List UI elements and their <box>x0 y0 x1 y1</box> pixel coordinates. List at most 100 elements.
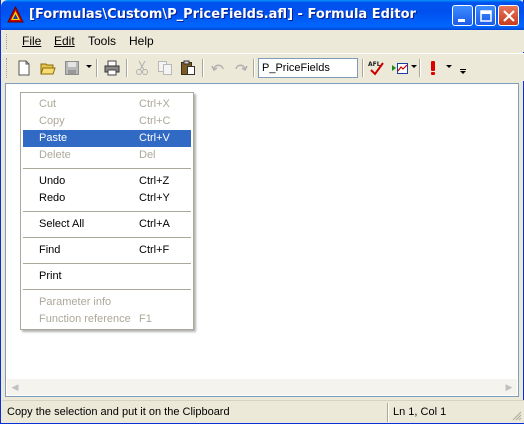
menu-separator <box>23 289 191 290</box>
open-button[interactable] <box>38 58 58 78</box>
status-bar: Copy the selection and put it on the Cli… <box>2 400 524 423</box>
save-dropdown-arrow[interactable] <box>86 65 92 68</box>
cut-button[interactable] <box>132 58 152 78</box>
menu-item-label: Parameter info <box>39 296 112 308</box>
menu-item-shortcut: Ctrl+Z <box>139 175 170 187</box>
toolbar: P_PriceFields AFL <box>2 53 524 81</box>
paste-button[interactable] <box>178 58 198 78</box>
error-button[interactable] <box>423 58 443 78</box>
new-icon <box>18 60 30 76</box>
minimize-icon <box>458 19 465 22</box>
toolbar-separator <box>126 59 128 77</box>
toolbar-separator <box>419 59 421 77</box>
menu-item-redo[interactable]: Redo Ctrl+Y <box>23 190 191 207</box>
print-button[interactable] <box>102 58 122 78</box>
menu-item-shortcut: Ctrl+A <box>139 218 170 230</box>
close-button[interactable] <box>498 5 519 26</box>
error-dropdown-arrow[interactable] <box>446 65 452 68</box>
menu-item-cut[interactable]: Cut Ctrl+X <box>23 96 191 113</box>
formula-editor-window: [Formulas\Custom\P_PriceFields.afl] - Fo… <box>0 0 524 424</box>
menu-item-shortcut: Ctrl+X <box>139 98 170 110</box>
menu-help[interactable]: Help <box>129 34 154 48</box>
menu-tools[interactable]: Tools <box>88 34 116 48</box>
menu-file[interactable]: File <box>22 34 41 48</box>
horizontal-scrollbar[interactable]: ◀ ▶ <box>7 379 517 395</box>
menu-item-label: Delete <box>39 149 71 161</box>
undo-button[interactable] <box>208 58 228 78</box>
menu-item-print[interactable]: Print <box>23 268 191 285</box>
resize-grip-icon[interactable] <box>510 409 522 421</box>
scroll-right-icon[interactable]: ▶ <box>502 380 516 394</box>
menu-item-delete[interactable]: Delete Del <box>23 147 191 164</box>
error-icon <box>431 61 435 75</box>
menu-separator <box>23 263 191 264</box>
menu-item-select-all[interactable]: Select All Ctrl+A <box>23 216 191 233</box>
maximize-icon <box>480 10 492 22</box>
save-icon <box>65 61 79 75</box>
context-menu: Cut Ctrl+X Copy Ctrl+C Paste Ctrl+V Delete D… <box>20 92 194 330</box>
menu-item-shortcut: Ctrl+Y <box>139 192 170 204</box>
redo-icon <box>235 64 248 72</box>
copy-button[interactable] <box>155 58 175 78</box>
formula-name-field[interactable]: P_PriceFields <box>258 58 358 78</box>
maximize-button[interactable] <box>475 5 496 26</box>
open-icon <box>40 63 56 75</box>
menu-item-find[interactable]: Find Ctrl+F <box>23 242 191 259</box>
svg-text:AFL: AFL <box>368 61 381 68</box>
menu-item-undo[interactable]: Undo Ctrl+Z <box>23 173 191 190</box>
menu-item-label: Copy <box>39 115 65 127</box>
copy-icon <box>158 61 172 75</box>
status-divider <box>387 403 389 422</box>
menu-edit-label: Edit <box>54 34 75 48</box>
menu-edit[interactable]: Edit <box>54 34 75 48</box>
new-button[interactable] <box>14 58 34 78</box>
menu-separator <box>23 168 191 169</box>
minimize-button[interactable] <box>452 5 473 26</box>
toolbar-separator <box>362 59 364 77</box>
redo-button[interactable] <box>231 58 251 78</box>
menu-item-shortcut: Ctrl+C <box>139 115 171 127</box>
chevron-down-icon <box>460 69 466 74</box>
toolbar-grip[interactable] <box>6 58 9 78</box>
menu-item-label: Paste <box>39 132 68 144</box>
toolbar-separator <box>202 59 204 77</box>
menu-item-label: Function reference <box>39 313 131 325</box>
cut-icon <box>136 60 148 75</box>
toolbar-separator <box>253 59 255 77</box>
toolbar-separator <box>96 59 98 77</box>
menu-bar: File Edit Tools Help <box>2 30 524 52</box>
title-bar[interactable]: [Formulas\Custom\P_PriceFields.afl] - Fo… <box>1 0 524 30</box>
undo-icon <box>211 64 224 72</box>
print-icon <box>104 60 120 76</box>
menu-help-label: Help <box>129 34 154 48</box>
menu-item-label: Print <box>39 270 62 282</box>
app-triangle-icon[interactable] <box>7 5 24 23</box>
menu-separator <box>23 211 191 212</box>
menu-item-shortcut: Ctrl+V <box>139 132 170 144</box>
menubar-grip[interactable] <box>6 34 9 49</box>
save-button[interactable] <box>62 58 82 78</box>
scroll-left-icon[interactable]: ◀ <box>8 380 22 394</box>
menu-file-label: File <box>22 34 42 48</box>
apply-dropdown-arrow[interactable] <box>411 65 417 68</box>
menu-item-label: Undo <box>39 175 66 187</box>
toolbar-overflow-button[interactable] <box>456 58 468 78</box>
menu-separator <box>23 237 191 238</box>
close-icon <box>503 10 515 22</box>
menu-item-function-reference[interactable]: Function reference F1 <box>23 311 191 328</box>
menu-item-paste[interactable]: Paste Ctrl+V <box>23 130 191 147</box>
menu-item-label: Find <box>39 244 61 256</box>
menu-tools-label: Tools <box>88 34 117 48</box>
window-title: [Formulas\Custom\P_PriceFields.afl] - Fo… <box>29 7 416 22</box>
cursor-position: Ln 1, Col 1 <box>393 406 447 418</box>
afl-check-icon: AFL <box>368 61 384 76</box>
afl-check-button[interactable]: AFL <box>366 58 386 78</box>
status-message: Copy the selection and put it on the Cli… <box>7 406 230 418</box>
apply-indicator-icon <box>392 63 408 74</box>
paste-icon <box>181 60 195 75</box>
menu-item-label: Cut <box>39 98 57 110</box>
menu-item-copy[interactable]: Copy Ctrl+C <box>23 113 191 130</box>
menu-item-parameter-info[interactable]: Parameter info <box>23 294 191 311</box>
apply-indicator-button[interactable] <box>390 58 410 78</box>
menu-item-label: Redo <box>39 192 66 204</box>
